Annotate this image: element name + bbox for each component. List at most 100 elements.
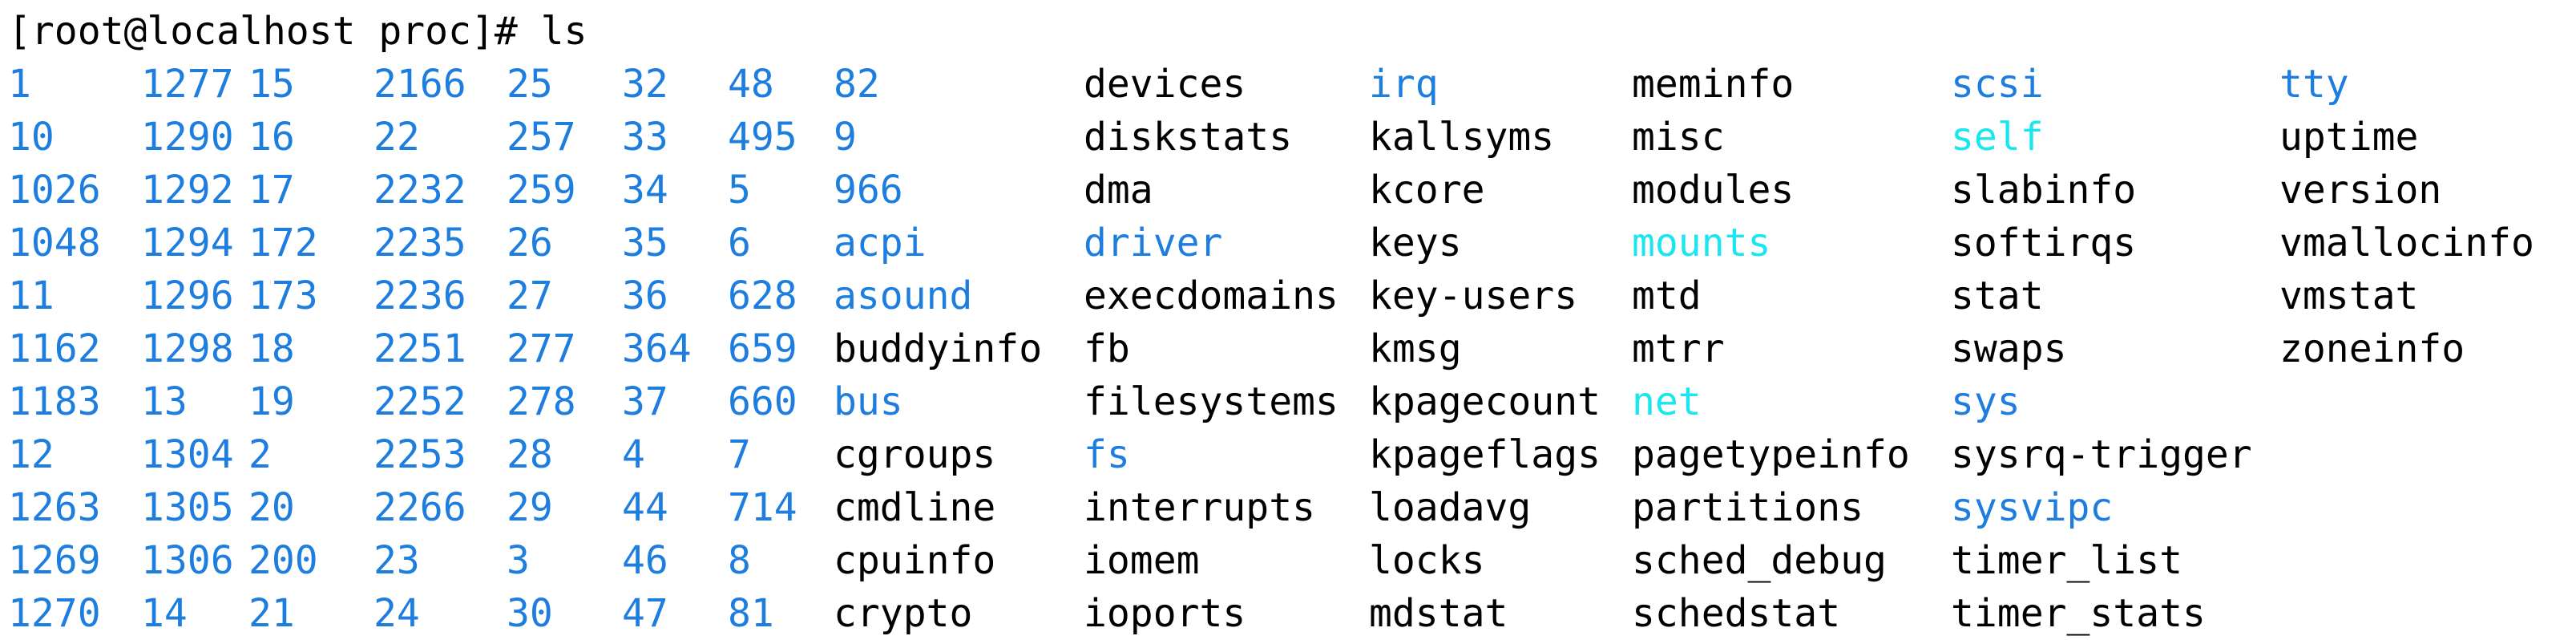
ls-entry-file: fb — [1084, 326, 1130, 371]
ls-entry-dir: 277 — [507, 326, 576, 371]
ls-entry-dir: 1269 — [8, 538, 101, 583]
ls-entry-file: timer_list — [1951, 538, 2182, 583]
ls-entry-file: swaps — [1951, 326, 2067, 371]
ls-entry-file: cpuinfo — [834, 538, 996, 583]
ls-entry-file: kpagecount — [1369, 379, 1601, 424]
ls-entry-dir: 364 — [622, 326, 692, 371]
ls-entry-dir: 2251 — [373, 326, 466, 371]
ls-entry-file: execdomains — [1084, 273, 1338, 318]
ls-entry-file: dma — [1084, 168, 1153, 213]
ls-entry-dir: 2 — [248, 432, 272, 477]
ls-entry-dir: 7 — [728, 432, 751, 477]
ls-entry-dir: 495 — [728, 115, 797, 160]
ls-entry-dir: 172 — [248, 221, 318, 265]
ls-entry-file: meminfo — [1632, 62, 1795, 107]
ls-entry-dir: 2232 — [373, 168, 466, 213]
ls-entry-file: kmsg — [1369, 326, 1462, 371]
ls-entry-dir: 16 — [248, 115, 295, 160]
ls-entry-dir: 1294 — [141, 221, 234, 265]
ls-entry-dir: irq — [1369, 62, 1439, 107]
ls-column: 15 16 17 172 173 18 19 2 20 200 21 — [248, 58, 318, 640]
ls-entry-file: vmallocinfo — [2279, 221, 2534, 265]
ls-entry-dir: 22 — [373, 115, 420, 160]
shell-prompt: [root@localhost proc]# ls — [8, 9, 587, 54]
ls-entry-file: diskstats — [1084, 115, 1293, 160]
ls-column: 1277 1290 1292 1294 1296 1298 13 1304 1305 1306 14 — [141, 58, 234, 640]
ls-entry-dir: 3 — [507, 538, 530, 583]
ls-column: 25 257 259 26 27 277 278 28 29 3 30 — [507, 58, 576, 640]
ls-entry-dir: 659 — [728, 326, 797, 371]
ls-entry-dir: 82 — [834, 62, 880, 107]
ls-entry-dir: 1304 — [141, 432, 234, 477]
ls-entry-file: locks — [1369, 538, 1485, 583]
ls-column: 32 33 34 35 36 364 37 4 44 46 47 — [622, 58, 692, 640]
ls-entry-dir: 1290 — [141, 115, 234, 160]
ls-column: devices diskstats dma driver execdomains fb fi… — [1084, 58, 1338, 640]
ls-entry-dir: 714 — [728, 485, 797, 530]
ls-entry-dir: 966 — [834, 168, 903, 213]
ls-column: 82 9 966 acpi asound buddyinfo bus cgroups cmdli… — [834, 58, 1042, 640]
ls-entry-dir: 25 — [507, 62, 553, 107]
ls-entry-file: cgroups — [834, 432, 996, 477]
ls-entry-dir: 17 — [248, 168, 295, 213]
ls-entry-dir: 1 — [8, 62, 31, 107]
ls-entry-file: buddyinfo — [834, 326, 1043, 371]
ls-entry-file: sysrq-trigger — [1951, 432, 2252, 477]
ls-entry-dir: 1292 — [141, 168, 234, 213]
ls-entry-dir: 24 — [373, 591, 420, 636]
ls-entry-file: mtd — [1632, 273, 1702, 318]
ls-entry-file: zoneinfo — [2279, 326, 2465, 371]
ls-entry-dir: 27 — [507, 273, 553, 318]
ls-entry-file: modules — [1632, 168, 1795, 213]
ls-entry-link: net — [1632, 379, 1702, 424]
ls-entry-file: sched_debug — [1632, 538, 1887, 583]
ls-entry-dir: scsi — [1951, 62, 2044, 107]
ls-entry-file: schedstat — [1632, 591, 1841, 636]
ls-entry-dir: 1263 — [8, 485, 101, 530]
ls-entry-dir: 26 — [507, 221, 553, 265]
ls-entry-dir: 21 — [248, 591, 295, 636]
ls-entry-dir: 628 — [728, 273, 797, 318]
ls-column: tty uptime version vmallocinfo vmstat zoneinf… — [2279, 58, 2534, 375]
ls-entry-dir: 1306 — [141, 538, 234, 583]
ls-entry-dir: 44 — [622, 485, 668, 530]
ls-entry-file: interrupts — [1084, 485, 1315, 530]
ls-entry-dir: 11 — [8, 273, 55, 318]
ls-entry-link: self — [1951, 115, 2044, 160]
ls-entry-file: stat — [1951, 273, 2044, 318]
ls-entry-dir: 13 — [141, 379, 188, 424]
ls-entry-dir: 10 — [8, 115, 55, 160]
terminal-window[interactable]: [root@localhost proc]# ls 1 10 1026 1048 11 1… — [8, 5, 2573, 637]
ls-entry-dir: 48 — [728, 62, 774, 107]
ls-entry-file: vmstat — [2279, 273, 2419, 318]
ls-entry-dir: 1277 — [141, 62, 234, 107]
ls-entry-dir: 257 — [507, 115, 576, 160]
ls-entry-dir: 32 — [622, 62, 668, 107]
ls-entry-dir: 28 — [507, 432, 553, 477]
ls-entry-file: cmdline — [834, 485, 996, 530]
ls-entry-file: key-users — [1369, 273, 1578, 318]
ls-entry-dir: 173 — [248, 273, 318, 318]
ls-entry-file: pagetypeinfo — [1632, 432, 1910, 477]
ls-entry-dir: 15 — [248, 62, 295, 107]
ls-entry-file: mdstat — [1369, 591, 1508, 636]
ls-entry-dir: 2236 — [373, 273, 466, 318]
ls-entry-dir: 2235 — [373, 221, 466, 265]
ls-entry-dir: 1296 — [141, 273, 234, 318]
ls-entry-file: ioports — [1084, 591, 1246, 636]
ls-entry-file: crypto — [834, 591, 973, 636]
ls-entry-dir: acpi — [834, 221, 927, 265]
ls-entry-dir: 2166 — [373, 62, 466, 107]
ls-entry-dir: 2253 — [373, 432, 466, 477]
ls-entry-dir: tty — [2279, 62, 2349, 107]
ls-entry-dir: 9 — [834, 115, 857, 160]
ls-entry-file: iomem — [1084, 538, 1200, 583]
ls-entry-file: uptime — [2279, 115, 2419, 160]
ls-entry-dir: 5 — [728, 168, 751, 213]
ls-entry-dir: 1183 — [8, 379, 101, 424]
ls-entry-dir: sysvipc — [1951, 485, 2114, 530]
ls-output: 1 10 1026 1048 11 1162 1183 12 1263 1269 1270 1277 1… — [8, 58, 2573, 640]
ls-entry-dir: 35 — [622, 221, 668, 265]
ls-entry-file: filesystems — [1084, 379, 1338, 424]
ls-entry-dir: driver — [1084, 221, 1223, 265]
